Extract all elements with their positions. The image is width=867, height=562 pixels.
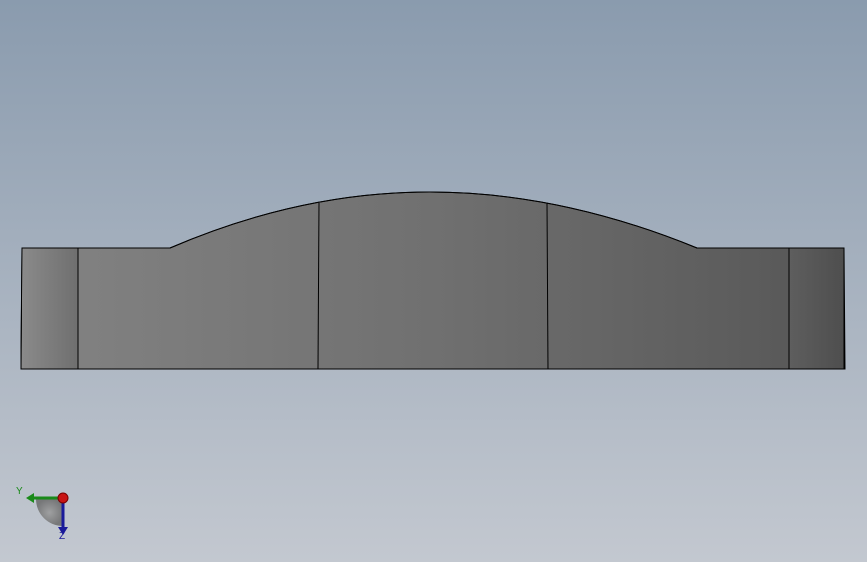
y-axis-label: Y	[16, 486, 23, 497]
x-axis-dot	[57, 492, 69, 504]
part-end-face-left[interactable]	[22, 248, 78, 369]
model-view[interactable]	[0, 0, 867, 562]
part-end-face-right[interactable]	[789, 248, 844, 369]
z-axis-label: Z	[59, 531, 66, 542]
graphics-viewport[interactable]: Y Z	[0, 0, 867, 562]
